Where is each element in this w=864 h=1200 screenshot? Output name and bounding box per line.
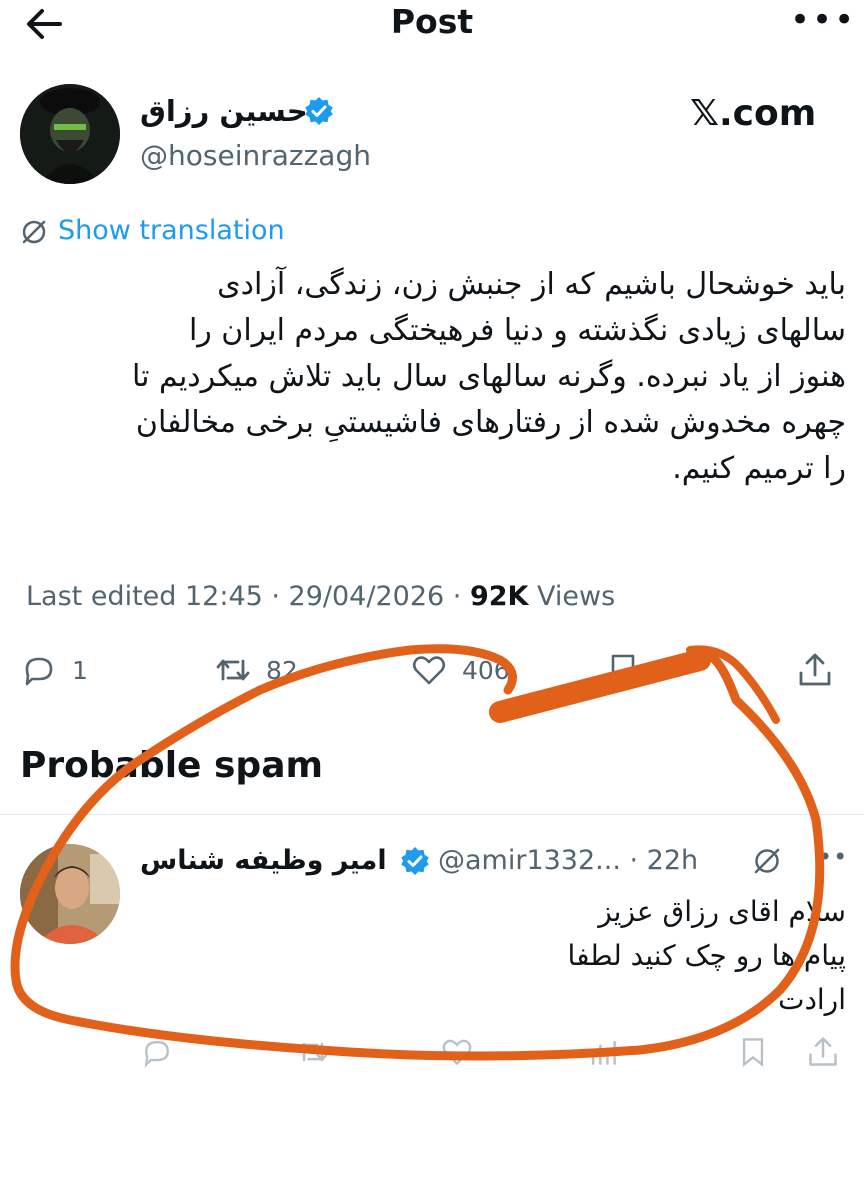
share-icon [799,653,831,686]
divider [0,814,864,815]
reply-translate-icon[interactable] [752,846,782,876]
bookmark-icon [611,654,635,686]
reply-count: 1 [72,655,88,685]
reply-icon [144,1040,169,1068]
bookmark-count: 5 [656,655,672,685]
share-icon [809,1037,837,1066]
section-title: Probable spam [20,745,323,786]
bookmark-icon [742,1038,764,1067]
heart-icon [442,1039,472,1066]
reply-handle-time: @amir1332... · 22h [438,842,698,880]
reply-button[interactable]: 1 [20,648,88,692]
reply-share-button[interactable] [806,1032,840,1072]
reply-bookmark-button[interactable] [736,1032,770,1072]
repost-count: 82 [266,655,298,685]
reply-avatar[interactable] [20,844,120,944]
repost-icon [216,659,250,681]
verified-badge-icon [400,846,430,876]
reply-handle[interactable]: @amir1332... [438,845,621,876]
meta-separator: · [452,581,462,612]
verified-badge-icon [304,96,334,126]
heart-icon [412,656,446,685]
post-meta: Last edited 12:45 · 29/04/2026 · 92K Vie… [26,578,615,616]
reply-icon [25,657,53,686]
reply-like-button[interactable] [440,1032,474,1072]
repost-icon [298,1042,328,1062]
repost-button[interactable]: 82 [214,648,298,692]
show-translation-link[interactable]: Show translation [58,212,285,250]
globe-icon [20,218,48,246]
views-count: 92K [469,581,529,612]
x-com-watermark: 𝕏.com [690,93,817,134]
reply-text: سلام اقای رزاق عزیز پیام ها رو چک کنید ل… [567,895,846,1016]
edited-timestamp[interactable]: Last edited 12:45 · 29/04/2026 [26,581,444,612]
like-button[interactable]: 406 [410,648,510,692]
views-icon [591,1040,616,1065]
post-text: باید خوشحال باشیم که از جنبش زن، زندگی، … [131,267,846,486]
bookmark-button[interactable]: 5 [604,648,672,692]
more-options-button[interactable]: ••• [790,0,854,44]
page-title: Post [390,2,474,41]
reply-views-button[interactable] [586,1032,620,1072]
reply-repost-button[interactable] [296,1032,330,1072]
author-handle[interactable]: @hoseinrazzagh [140,138,371,174]
reply-timestamp: · 22h [629,845,699,876]
more-horizontal-icon: ••• [790,0,857,40]
share-button[interactable] [796,648,834,692]
reply-reply-button[interactable] [140,1032,174,1072]
author-avatar[interactable] [20,84,120,184]
views-label: Views [537,581,616,612]
author-name[interactable]: حسین رزاق [140,92,308,130]
reply-author-name[interactable]: امیر وظیفه شناس [140,842,387,880]
reply-more-options-icon[interactable]: •• [818,840,848,874]
like-count: 406 [462,655,510,685]
